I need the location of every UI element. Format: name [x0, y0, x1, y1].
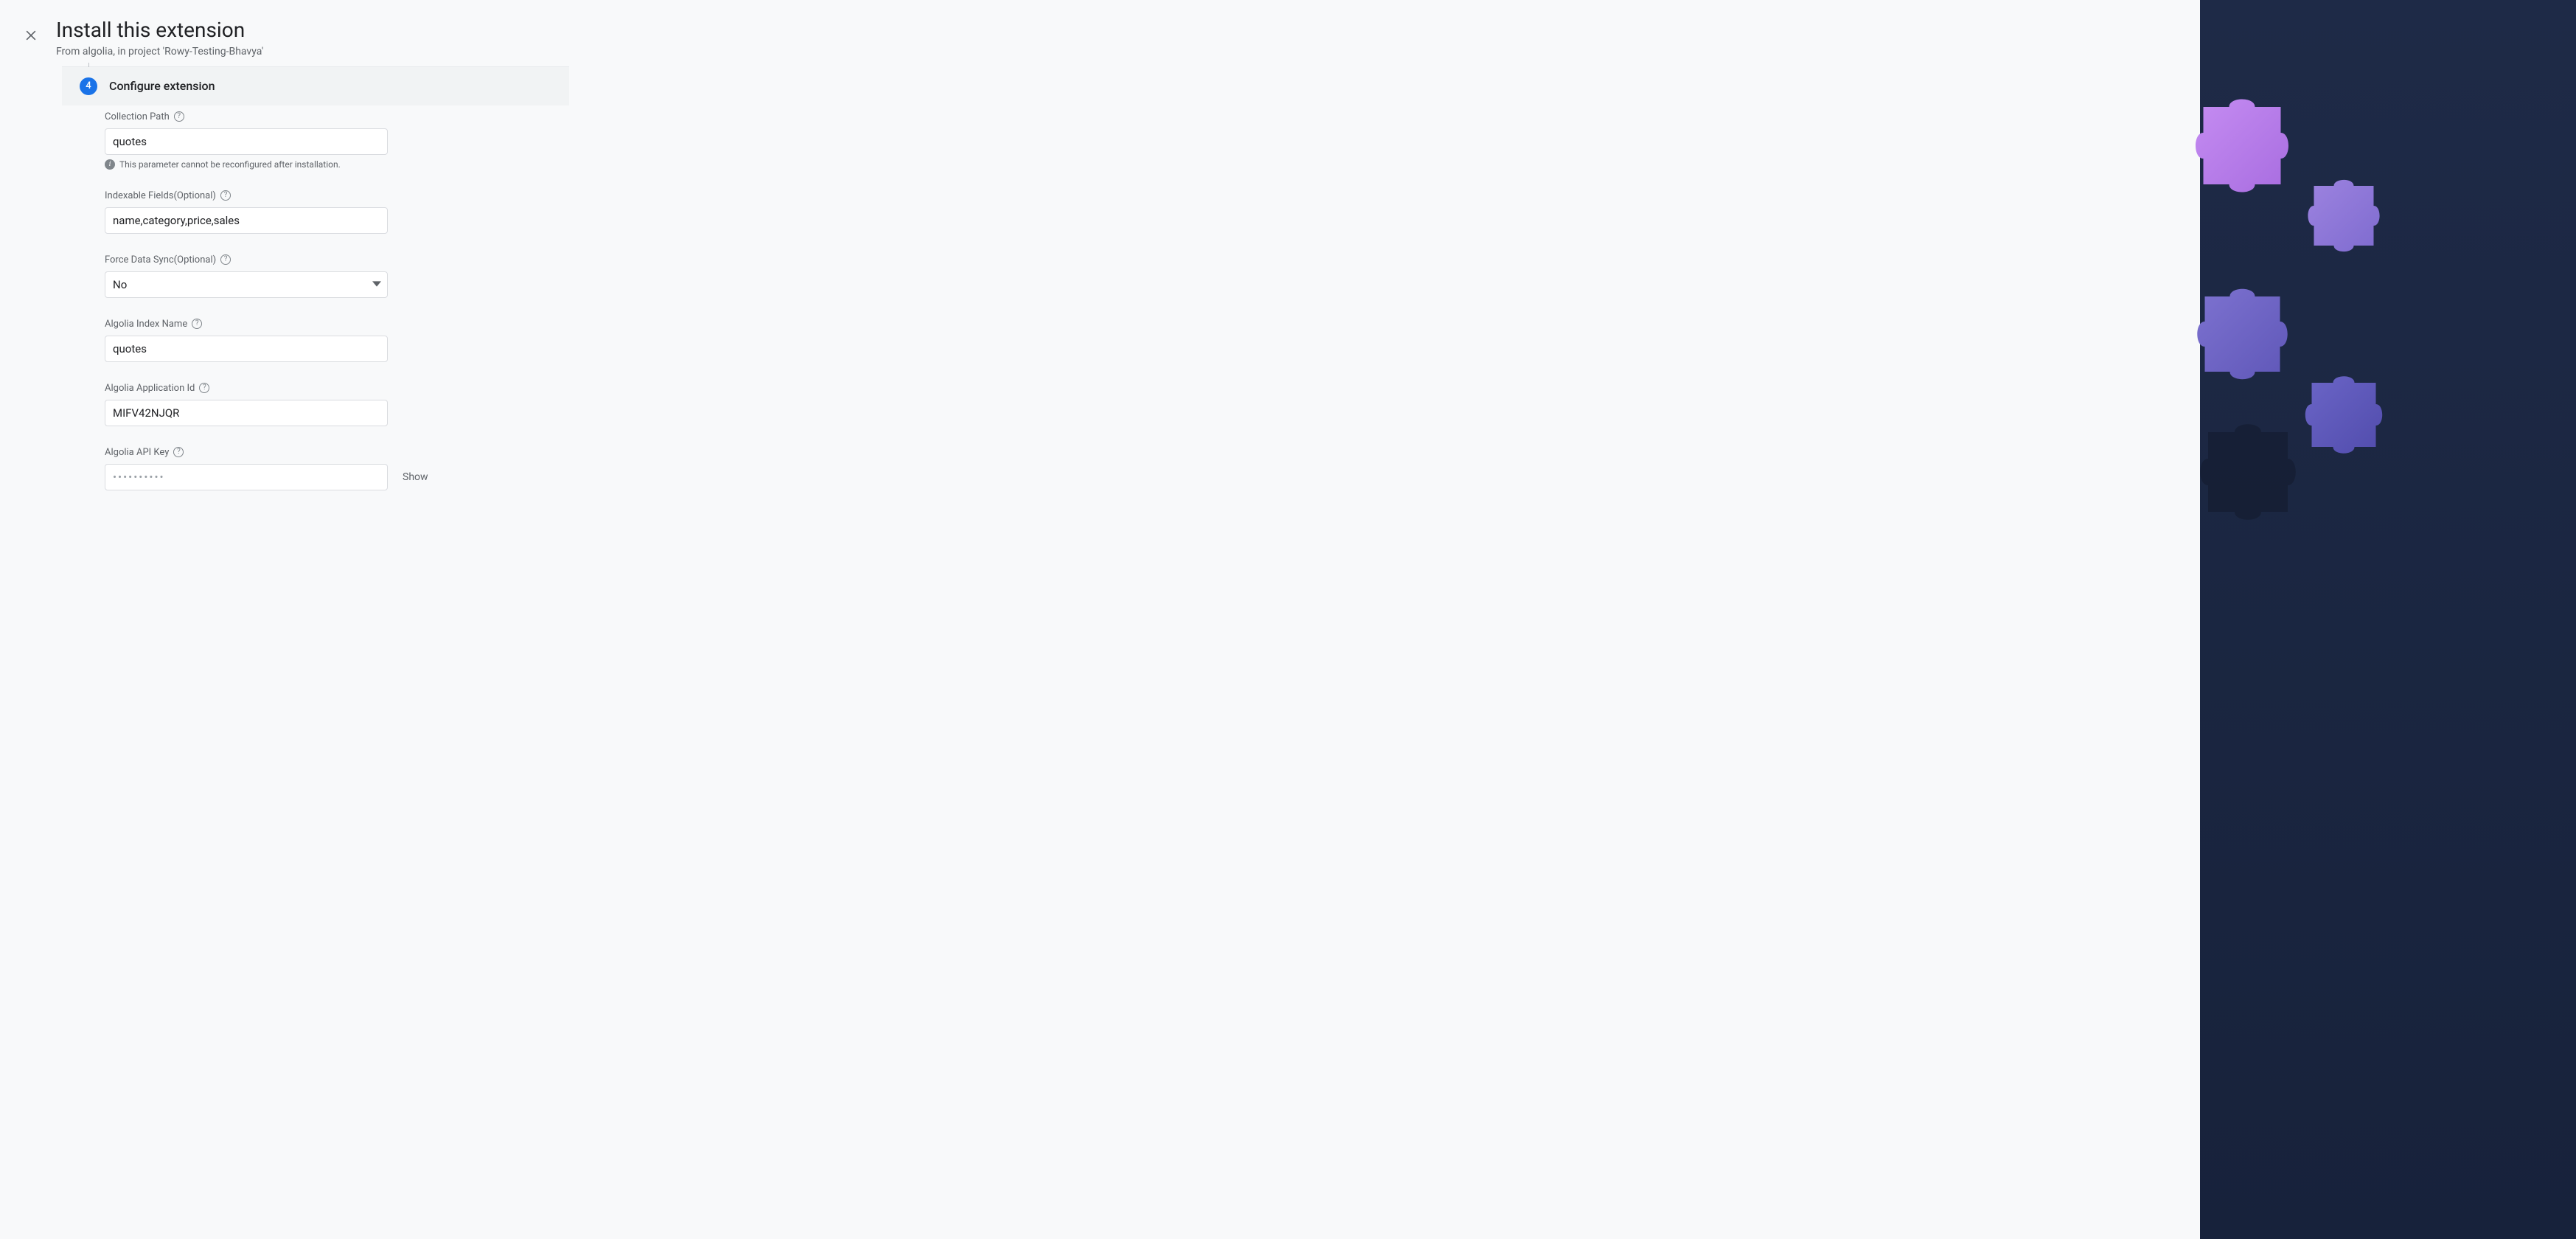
label-force-data-sync: Force Data Sync(Optional) ?	[105, 254, 429, 266]
page-subtitle: From algolia, in project 'Rowy-Testing-B…	[56, 46, 263, 58]
close-button[interactable]	[18, 22, 44, 49]
label-algolia-app-id: Algolia Application Id ?	[105, 383, 429, 394]
page-title: Install this extension	[56, 18, 263, 43]
field-indexable-fields: Indexable Fields(Optional) ?	[105, 190, 429, 234]
field-algolia-app-id: Algolia Application Id ?	[105, 383, 429, 426]
label-text: Force Data Sync(Optional)	[105, 254, 216, 266]
label-text: Collection Path	[105, 111, 170, 122]
input-algolia-index-name[interactable]	[105, 336, 388, 362]
puzzle-piece-icon	[2285, 166, 2403, 266]
input-indexable-fields[interactable]	[105, 207, 388, 234]
main-content: Install this extension From algolia, in …	[0, 0, 2200, 1239]
help-icon[interactable]: ?	[199, 383, 209, 393]
label-collection-path: Collection Path ?	[105, 111, 429, 122]
close-icon	[24, 28, 38, 43]
step-section-header: 4 Configure extension	[62, 66, 569, 105]
label-algolia-api-key: Algolia API Key ?	[105, 447, 429, 458]
api-key-row: Show	[105, 464, 429, 490]
label-algolia-index-name: Algolia Index Name ?	[105, 319, 429, 330]
label-text: Indexable Fields(Optional)	[105, 190, 216, 201]
select-value: No	[113, 278, 127, 291]
helper-text: This parameter cannot be reconfigured af…	[119, 159, 341, 170]
help-icon[interactable]: ?	[192, 319, 202, 329]
label-indexable-fields: Indexable Fields(Optional) ?	[105, 190, 429, 201]
show-api-key-button[interactable]: Show	[403, 471, 428, 483]
field-collection-path: Collection Path ? i This parameter canno…	[105, 111, 429, 170]
field-force-data-sync: Force Data Sync(Optional) ? No	[105, 254, 429, 298]
side-illustration	[2200, 0, 2576, 1239]
input-algolia-app-id[interactable]	[105, 400, 388, 426]
puzzle-piece-icon	[2277, 361, 2410, 468]
help-icon[interactable]: ?	[173, 447, 184, 457]
label-text: Algolia Index Name	[105, 319, 187, 330]
select-force-data-sync[interactable]: No	[105, 271, 388, 298]
field-algolia-index-name: Algolia Index Name ?	[105, 319, 429, 362]
configure-form: Collection Path ? i This parameter canno…	[105, 105, 429, 490]
info-icon: i	[105, 159, 115, 170]
help-icon[interactable]: ?	[174, 111, 184, 122]
field-algolia-api-key: Algolia API Key ? Show	[105, 447, 429, 490]
title-block: Install this extension From algolia, in …	[56, 18, 263, 58]
helper-collection-path: i This parameter cannot be reconfigured …	[105, 159, 429, 170]
label-text: Algolia API Key	[105, 447, 169, 458]
input-algolia-api-key[interactable]	[105, 464, 388, 490]
input-collection-path[interactable]	[105, 128, 388, 155]
help-icon[interactable]: ?	[220, 190, 231, 201]
label-text: Algolia Application Id	[105, 383, 195, 394]
step-number-badge: 4	[80, 77, 97, 95]
dialog-header: Install this extension From algolia, in …	[0, 0, 2200, 66]
step-title: Configure extension	[109, 79, 215, 93]
help-icon[interactable]: ?	[220, 254, 231, 265]
chevron-down-icon	[372, 278, 381, 291]
